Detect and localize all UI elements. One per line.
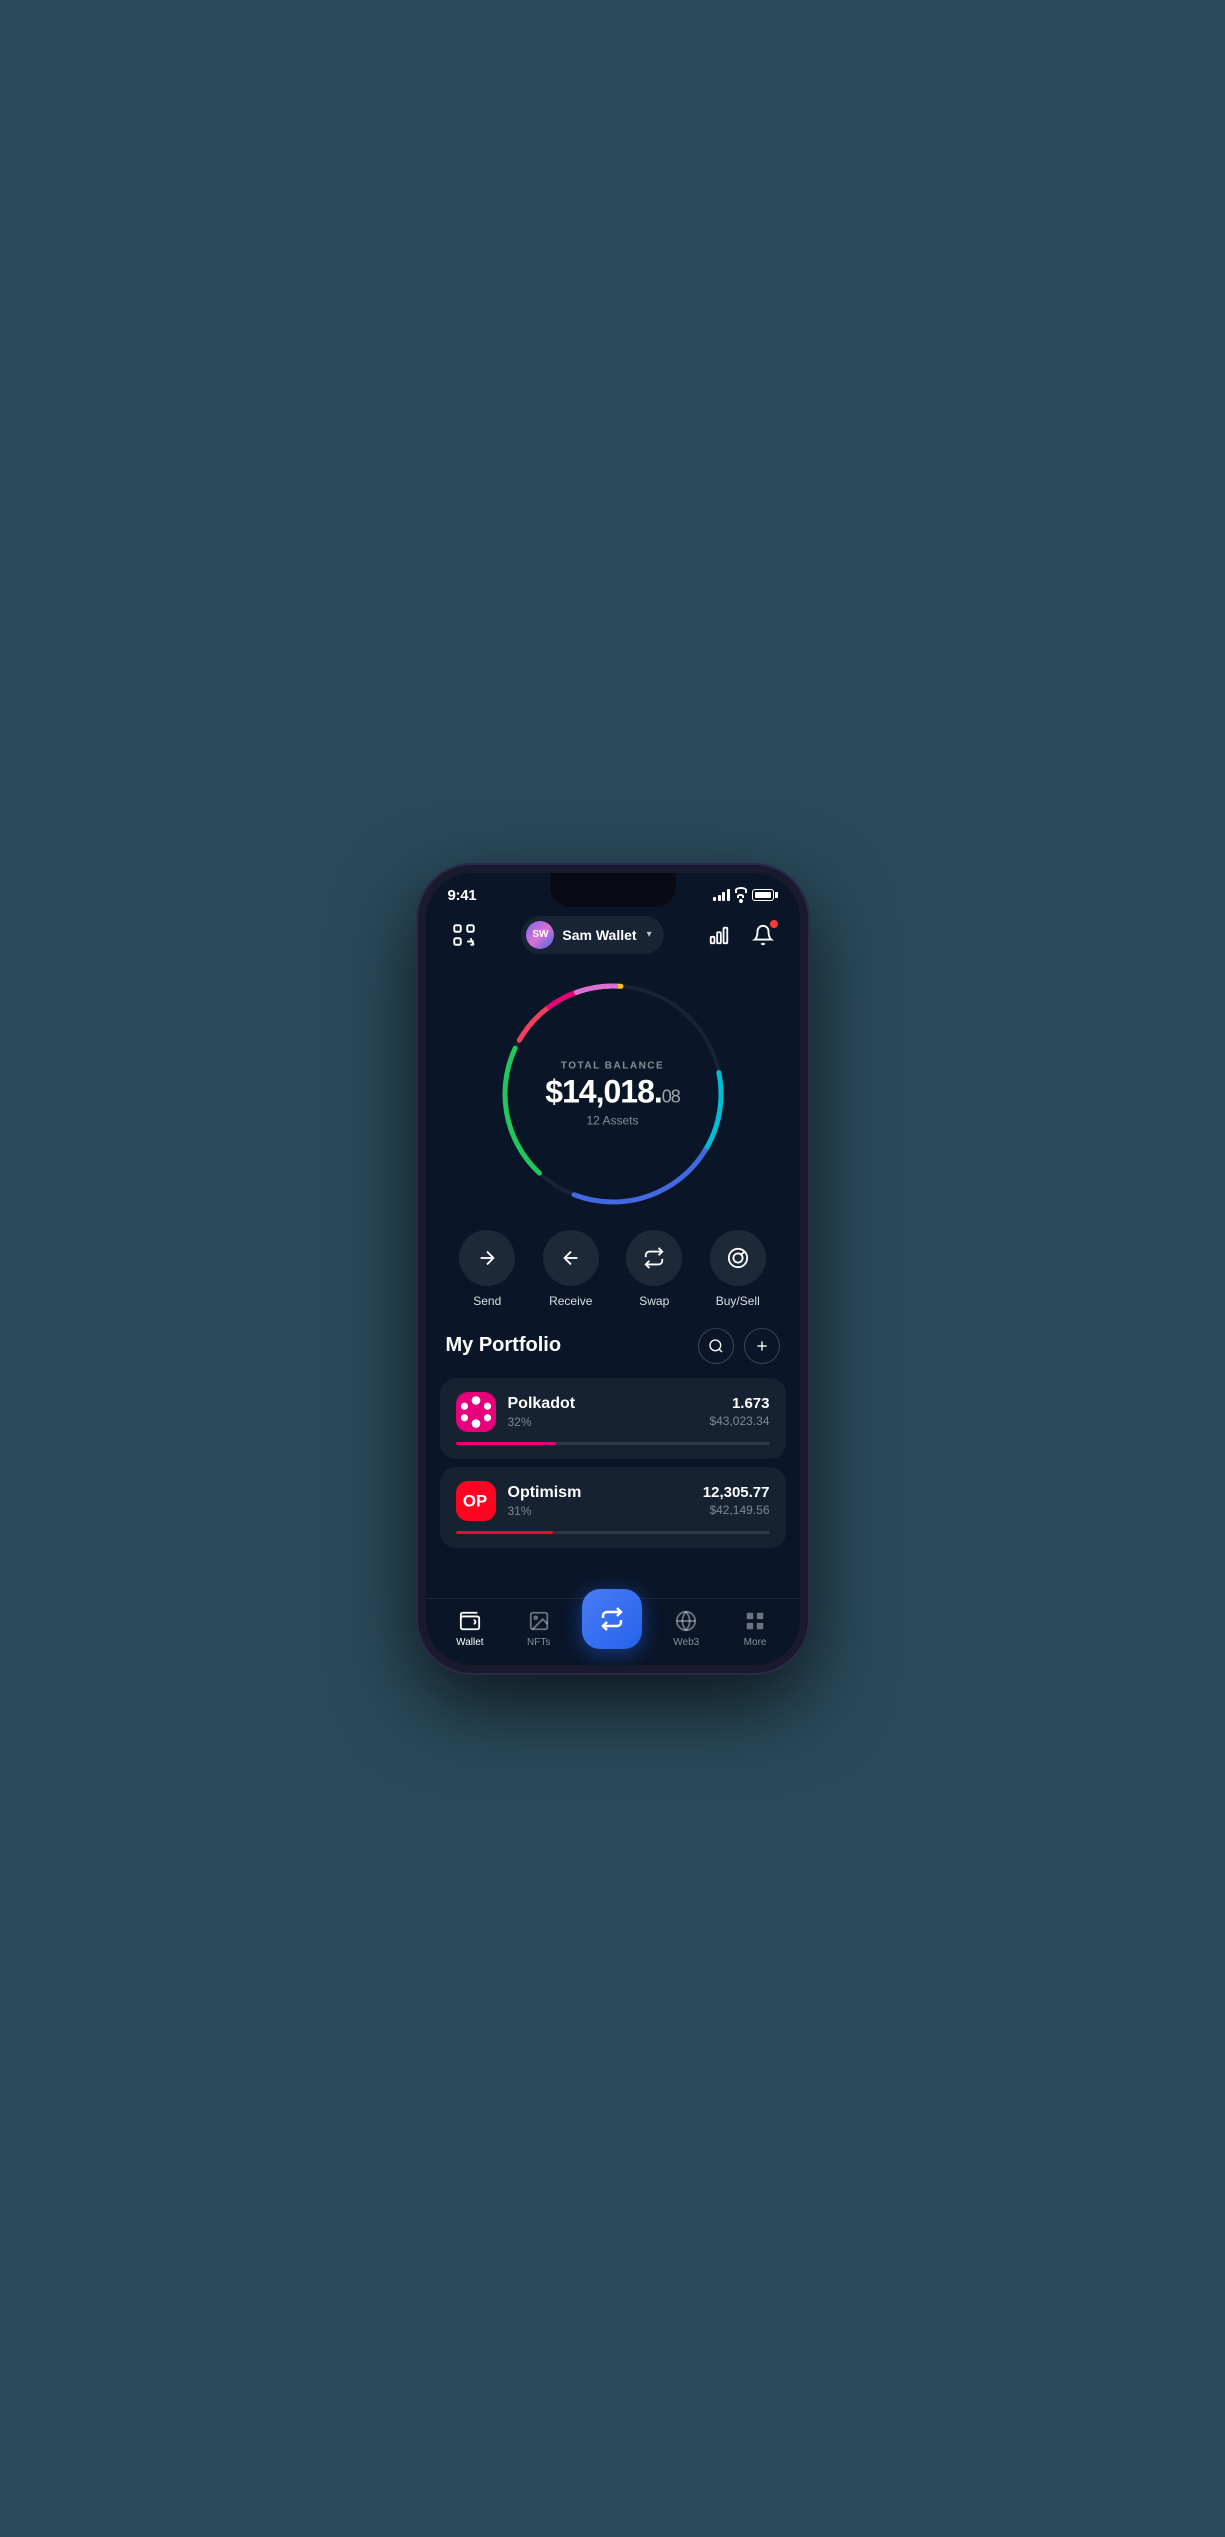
phone-frame: 9:41 (418, 865, 808, 1673)
balance-chart: TOTAL BALANCE $14,018.08 12 Assets (493, 974, 733, 1214)
notch (550, 873, 676, 907)
user-name: Sam Wallet (562, 927, 636, 943)
swap-action[interactable]: Swap (626, 1230, 682, 1308)
asset-name: Optimism (508, 1484, 691, 1502)
chevron-down-icon: ▾ (647, 929, 652, 940)
tab-web3[interactable]: Web3 (661, 1609, 711, 1648)
wallet-icon (458, 1609, 482, 1633)
asset-values: 12,305.77 $42,149.56 (703, 1484, 770, 1517)
tab-wallet[interactable]: Wallet (445, 1609, 495, 1648)
receive-action[interactable]: Receive (543, 1230, 599, 1308)
status-icons (713, 887, 778, 904)
balance-amount: $14,018.08 (545, 1075, 680, 1107)
tab-bar: Wallet NFTs (426, 1598, 800, 1665)
balance-assets: 12 Assets (545, 1113, 680, 1127)
portfolio-section: My Portfolio (426, 1328, 800, 1598)
portfolio-actions (698, 1328, 780, 1364)
send-button[interactable] (459, 1230, 515, 1286)
receive-label: Receive (549, 1294, 592, 1308)
buysell-label: Buy/Sell (716, 1294, 760, 1308)
balance-cents: 08 (662, 1086, 680, 1106)
tab-more[interactable]: More (730, 1609, 780, 1648)
optimism-logo: OP (456, 1481, 496, 1521)
asset-row: Polkadot 32% 1.673 $43,023.34 (456, 1392, 770, 1432)
notification-button[interactable] (747, 919, 779, 951)
swap-button[interactable] (626, 1230, 682, 1286)
nfts-icon (527, 1609, 551, 1633)
asset-progress-fill (456, 1531, 553, 1534)
asset-values: 1.673 $43,023.34 (709, 1395, 769, 1428)
wifi-icon (735, 887, 747, 904)
add-asset-button[interactable] (744, 1328, 780, 1364)
buysell-button[interactable] (710, 1230, 766, 1286)
list-item[interactable]: OP Optimism 31% 12,305.77 $42,149.56 (440, 1467, 786, 1548)
receive-button[interactable] (543, 1230, 599, 1286)
send-action[interactable]: Send (459, 1230, 515, 1308)
asset-percentage: 31% (508, 1504, 691, 1518)
notification-badge (769, 919, 779, 929)
header-right (703, 919, 779, 951)
asset-amount: 12,305.77 (703, 1484, 770, 1501)
nfts-tab-label: NFTs (527, 1637, 550, 1648)
asset-progress-fill (456, 1442, 556, 1445)
balance-section: TOTAL BALANCE $14,018.08 12 Assets (426, 964, 800, 1230)
avatar: SW (526, 921, 554, 949)
send-label: Send (473, 1294, 501, 1308)
list-item[interactable]: Polkadot 32% 1.673 $43,023.34 (440, 1378, 786, 1459)
asset-list: Polkadot 32% 1.673 $43,023.34 (426, 1378, 800, 1598)
battery-icon (752, 889, 778, 901)
action-buttons: Send Receive Swap (426, 1230, 800, 1328)
asset-usd-value: $43,023.34 (709, 1414, 769, 1428)
tab-nfts[interactable]: NFTs (514, 1609, 564, 1648)
status-time: 9:41 (448, 887, 477, 904)
swap-label: Swap (639, 1294, 669, 1308)
asset-info: Polkadot 32% (508, 1395, 698, 1429)
chart-button[interactable] (703, 919, 735, 951)
web3-icon (674, 1609, 698, 1633)
asset-name: Polkadot (508, 1395, 698, 1413)
header: SW Sam Wallet ▾ (426, 908, 800, 964)
scan-icon (446, 917, 482, 953)
search-button[interactable] (698, 1328, 734, 1364)
web3-tab-label: Web3 (673, 1637, 699, 1648)
asset-amount: 1.673 (709, 1395, 769, 1412)
center-action-button[interactable] (582, 1589, 642, 1649)
user-selector[interactable]: SW Sam Wallet ▾ (521, 916, 663, 954)
balance-display: TOTAL BALANCE $14,018.08 12 Assets (545, 1060, 680, 1127)
asset-progress-bar (456, 1531, 770, 1534)
asset-row: OP Optimism 31% 12,305.77 $42,149.56 (456, 1481, 770, 1521)
polkadot-logo (456, 1392, 496, 1432)
wallet-tab-label: Wallet (456, 1637, 483, 1648)
portfolio-title: My Portfolio (446, 1334, 562, 1357)
more-tab-label: More (744, 1637, 767, 1648)
buysell-action[interactable]: Buy/Sell (710, 1230, 766, 1308)
balance-label: TOTAL BALANCE (545, 1060, 680, 1071)
asset-usd-value: $42,149.56 (703, 1503, 770, 1517)
scan-button[interactable] (446, 917, 482, 953)
svg-text:OP: OP (462, 1491, 486, 1510)
portfolio-header: My Portfolio (426, 1328, 800, 1378)
more-icon (743, 1609, 767, 1633)
asset-percentage: 32% (508, 1415, 698, 1429)
signal-icon (713, 889, 730, 901)
asset-progress-bar (456, 1442, 770, 1445)
asset-info: Optimism 31% (508, 1484, 691, 1518)
